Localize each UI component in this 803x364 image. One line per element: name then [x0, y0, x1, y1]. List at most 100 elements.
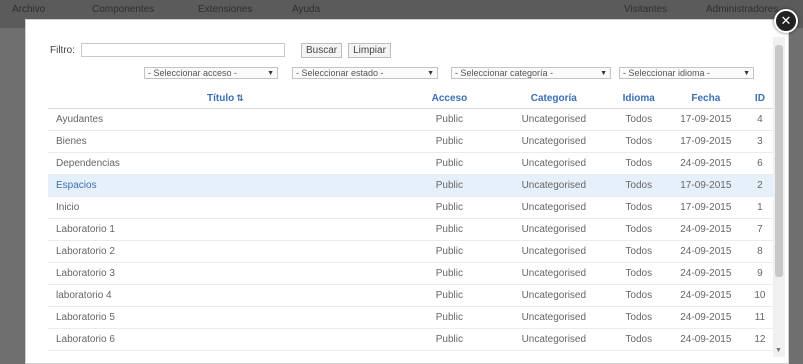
- backdrop-menu-item: Ayuda: [292, 4, 321, 15]
- column-header-access[interactable]: Acceso: [402, 89, 496, 109]
- row-access: Public: [402, 306, 496, 329]
- row-title-link[interactable]: Ayudantes: [48, 108, 403, 131]
- state-select[interactable]: - Seleccionar estado - ▼: [292, 67, 438, 79]
- row-access: Public: [402, 328, 496, 351]
- row-date: 17-09-2015: [665, 196, 746, 219]
- row-id: 11: [745, 306, 774, 329]
- row-title-link[interactable]: Laboratorio 3: [48, 262, 403, 285]
- row-id: 10: [745, 284, 774, 307]
- table-row[interactable]: Laboratorio 2 Public Uncategorised Todos 24-…: [48, 240, 774, 263]
- row-category: Uncategorised: [495, 284, 612, 307]
- table-row[interactable]: laboratorio 4 Public Uncategorised Todos 24-…: [48, 284, 774, 307]
- row-title-link[interactable]: Laboratorio 2: [48, 240, 403, 263]
- row-access: Public: [402, 284, 496, 307]
- row-category: Uncategorised: [495, 196, 612, 219]
- filter-search-input[interactable]: [81, 43, 285, 57]
- article-select-modal: Filtro: Buscar Limpiar - Seleccionar acc…: [25, 19, 789, 364]
- row-language: Todos: [611, 196, 666, 219]
- row-title-link[interactable]: Dependencias: [48, 152, 403, 175]
- category-select[interactable]: - Seleccionar categoría - ▼: [451, 67, 611, 79]
- row-access: Public: [402, 218, 496, 241]
- row-title-link[interactable]: Laboratorio 6: [48, 328, 403, 351]
- row-title-link[interactable]: Inicio: [48, 196, 403, 219]
- close-modal-button[interactable]: ✕: [774, 9, 798, 33]
- backdrop-right-item: Administradores: [706, 4, 779, 15]
- row-date: 24-09-2015: [665, 328, 746, 351]
- clear-button[interactable]: Limpiar: [348, 42, 391, 58]
- chevron-down-icon: ▼: [600, 69, 607, 77]
- chevron-down-icon: ▼: [427, 69, 434, 77]
- row-date: 24-09-2015: [665, 284, 746, 307]
- search-button[interactable]: Buscar: [301, 42, 343, 58]
- column-header-category[interactable]: Categoría: [495, 89, 612, 109]
- backdrop-menu-item: Componentes: [92, 4, 155, 15]
- row-access: Public: [402, 196, 496, 219]
- row-title-link[interactable]: Laboratorio 1: [48, 218, 403, 241]
- row-language: Todos: [611, 130, 666, 153]
- table-row[interactable]: Laboratorio 5 Public Uncategorised Todos 24-…: [48, 306, 774, 329]
- row-id: 7: [745, 218, 774, 241]
- filter-bar: Filtro: Buscar Limpiar: [50, 42, 391, 58]
- row-id: 8: [745, 240, 774, 263]
- row-title-link[interactable]: Espacios: [48, 174, 403, 197]
- column-header-id[interactable]: ID: [745, 89, 774, 109]
- row-id: 12: [745, 328, 774, 351]
- row-language: Todos: [611, 262, 666, 285]
- row-date: 24-09-2015: [665, 240, 746, 263]
- backdrop-right-item: Visitantes: [624, 4, 668, 15]
- row-title-link[interactable]: Bienes: [48, 130, 403, 153]
- row-id: 9: [745, 262, 774, 285]
- table-header-row: Título ⇅ Acceso Categoría Idioma Fecha ID: [48, 89, 774, 109]
- filter-label: Filtro:: [50, 44, 75, 56]
- row-category: Uncategorised: [495, 218, 612, 241]
- state-select-value: - Seleccionar estado -: [296, 68, 384, 78]
- language-select-value: - Seleccionar idioma -: [623, 68, 711, 78]
- row-date: 24-09-2015: [665, 306, 746, 329]
- table-row[interactable]: Laboratorio 6 Public Uncategorised Todos 24-…: [48, 328, 774, 351]
- row-access: Public: [402, 152, 496, 175]
- row-language: Todos: [611, 218, 666, 241]
- row-language: Todos: [611, 152, 666, 175]
- row-language: Todos: [611, 240, 666, 263]
- row-category: Uncategorised: [495, 174, 612, 197]
- row-access: Public: [402, 240, 496, 263]
- table-row[interactable]: Inicio Public Uncategorised Todos 17-09-2015…: [48, 196, 774, 219]
- row-title-link[interactable]: Laboratorio 5: [48, 306, 403, 329]
- row-id: 3: [745, 130, 774, 153]
- column-header-title[interactable]: Título ⇅: [48, 89, 403, 109]
- row-language: Todos: [611, 328, 666, 351]
- row-category: Uncategorised: [495, 152, 612, 175]
- table-row[interactable]: Laboratorio 3 Public Uncategorised Todos 24-…: [48, 262, 774, 285]
- table-row[interactable]: Laboratorio 1 Public Uncategorised Todos 24-…: [48, 218, 774, 241]
- row-category: Uncategorised: [495, 108, 612, 131]
- column-header-date[interactable]: Fecha: [665, 89, 746, 109]
- scrollbar-thumb[interactable]: [775, 45, 783, 277]
- sort-asc-icon: ⇅: [236, 93, 244, 103]
- row-id: 6: [745, 152, 774, 175]
- table-row[interactable]: Ayudantes Public Uncategorised Todos 17-09-2…: [48, 108, 774, 131]
- backdrop-menu-item: Archivo: [12, 4, 46, 15]
- filter-select-row: - Seleccionar acceso - ▼ - Seleccionar e…: [26, 67, 788, 81]
- row-language: Todos: [611, 306, 666, 329]
- table-row[interactable]: Dependencias Public Uncategorised Todos 24-0…: [48, 152, 774, 175]
- table-row[interactable]: Espacios Public Uncategorised Todos 17-09-20…: [48, 174, 774, 197]
- row-date: 24-09-2015: [665, 218, 746, 241]
- row-category: Uncategorised: [495, 328, 612, 351]
- row-title-link[interactable]: laboratorio 4: [48, 284, 403, 307]
- row-language: Todos: [611, 174, 666, 197]
- row-category: Uncategorised: [495, 240, 612, 263]
- modal-scrollbar[interactable]: ▼: [773, 37, 785, 357]
- access-select[interactable]: - Seleccionar acceso - ▼: [144, 67, 278, 79]
- row-category: Uncategorised: [495, 130, 612, 153]
- scroll-down-icon[interactable]: ▼: [775, 347, 782, 354]
- row-id: 4: [745, 108, 774, 131]
- backdrop-menu-item: Extensiones: [198, 4, 253, 15]
- language-select[interactable]: - Seleccionar idioma - ▼: [619, 67, 754, 79]
- table-row[interactable]: Bienes Public Uncategorised Todos 17-09-2015…: [48, 130, 774, 153]
- row-date: 24-09-2015: [665, 152, 746, 175]
- column-header-language[interactable]: Idioma: [611, 89, 666, 109]
- category-select-value: - Seleccionar categoría -: [455, 68, 554, 78]
- row-date: 17-09-2015: [665, 108, 746, 131]
- row-date: 17-09-2015: [665, 130, 746, 153]
- row-language: Todos: [611, 108, 666, 131]
